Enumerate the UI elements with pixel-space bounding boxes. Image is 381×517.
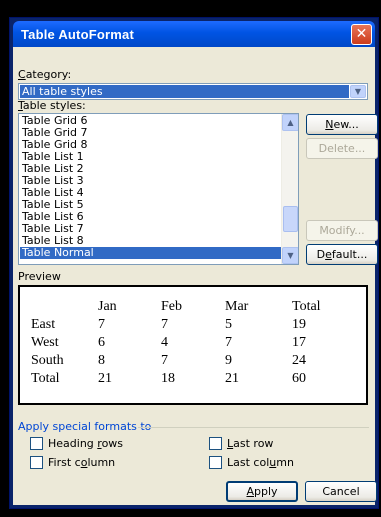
title-bar[interactable]: Table AutoFormat ✕: [13, 21, 375, 47]
category-label: Category:: [18, 68, 72, 81]
table-styles-items: Table Grid 6 Table Grid 7 Table Grid 8 Tabl…: [20, 115, 281, 259]
table-cell: 8: [98, 353, 105, 368]
list-scrollbar[interactable]: ▲ ▼: [281, 114, 298, 264]
modify-button: Modify...: [306, 220, 378, 241]
preview-table: Jan Feb Mar Total East 7 7 5 19 West 6 4 7 17 South 8 7 9…: [31, 299, 342, 389]
close-icon[interactable]: ✕: [351, 23, 372, 45]
table-cell: 5: [225, 317, 232, 332]
table-autoformat-dialog: Table AutoFormat ✕ Category: All table s…: [9, 17, 379, 509]
group-divider: [138, 427, 369, 428]
table-cell: 17: [292, 335, 306, 350]
table-cell: East: [31, 317, 56, 332]
checkbox-box[interactable]: [30, 437, 43, 450]
last-row-checkbox[interactable]: Last row: [209, 437, 273, 450]
table-cell: Jan: [98, 299, 117, 314]
checkbox-box[interactable]: [209, 456, 222, 469]
table-cell: Total: [292, 299, 321, 314]
table-cell: 6: [98, 335, 105, 350]
special-formats-label: Apply special formats to: [18, 420, 152, 433]
table-cell: Total: [31, 371, 60, 386]
preview-pane: Jan Feb Mar Total East 7 7 5 19 West 6 4 7 17 South 8 7 9…: [18, 285, 368, 405]
last-column-label: Last column: [227, 456, 294, 469]
apply-button[interactable]: Apply: [226, 481, 298, 502]
table-cell: 21: [225, 371, 239, 386]
table-cell: 24: [292, 353, 306, 368]
table-cell: 7: [225, 335, 232, 350]
table-cell: Feb: [161, 299, 182, 314]
category-selected-value: All table styles: [20, 85, 349, 98]
table-cell: West: [31, 335, 59, 350]
heading-rows-label: Heading rows: [48, 437, 124, 450]
default-button[interactable]: Default...: [306, 244, 378, 265]
table-cell: 60: [292, 371, 306, 386]
table-cell: South: [31, 353, 64, 368]
dialog-body: Category: All table styles ▼ Table style…: [13, 47, 378, 505]
table-cell: 9: [225, 353, 232, 368]
cancel-button[interactable]: Cancel: [305, 481, 377, 502]
list-item[interactable]: Table Normal: [20, 247, 281, 259]
table-cell: Mar: [225, 299, 249, 314]
heading-rows-checkbox[interactable]: Heading rows: [30, 437, 123, 450]
table-cell: 7: [161, 353, 168, 368]
table-row: South 8 7 9 24: [31, 353, 342, 371]
table-cell: [31, 299, 98, 317]
last-row-label: Last row: [227, 437, 274, 450]
delete-button: Delete...: [306, 138, 378, 159]
preview-label: Preview: [18, 270, 61, 283]
table-cell: 7: [98, 317, 105, 332]
table-styles-list[interactable]: Table Grid 6 Table Grid 7 Table Grid 8 Tabl…: [18, 113, 299, 265]
table-row: East 7 7 5 19: [31, 317, 342, 335]
category-dropdown[interactable]: All table styles ▼: [18, 83, 368, 100]
table-cell: 21: [98, 371, 112, 386]
table-row: Jan Feb Mar Total: [31, 299, 342, 317]
chevron-up-icon[interactable]: ▲: [282, 114, 298, 131]
scroll-thumb[interactable]: [283, 206, 298, 232]
dialog-title: Table AutoFormat: [21, 26, 134, 42]
first-column-checkbox[interactable]: First column: [30, 456, 115, 469]
table-cell: 7: [161, 317, 168, 332]
checkbox-box[interactable]: [209, 437, 222, 450]
table-cell: 19: [292, 317, 306, 332]
chevron-down-icon[interactable]: ▼: [350, 85, 366, 98]
table-row: West 6 4 7 17: [31, 335, 342, 353]
new-button[interactable]: New...: [306, 114, 378, 135]
last-column-checkbox[interactable]: Last column: [209, 456, 294, 469]
checkbox-box[interactable]: [30, 456, 43, 469]
table-styles-label: Table styles:: [18, 99, 86, 112]
table-cell: 4: [161, 335, 168, 350]
table-row: Total 21 18 21 60: [31, 371, 342, 389]
table-cell: 18: [161, 371, 175, 386]
first-column-label: First column: [48, 456, 116, 469]
chevron-down-icon[interactable]: ▼: [282, 247, 298, 264]
